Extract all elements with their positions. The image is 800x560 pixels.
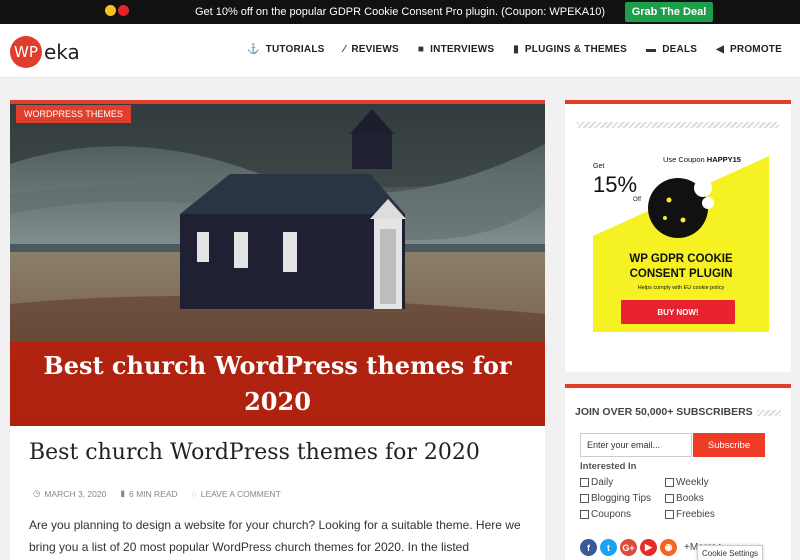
widget-divider — [577, 122, 779, 128]
nav-label: TUTORIALS — [265, 44, 325, 55]
option-label: Daily — [591, 476, 614, 488]
ad-line1: WP GDPR COOKIE — [629, 253, 733, 265]
checkbox[interactable] — [580, 477, 589, 487]
option-label: Weekly — [676, 476, 709, 488]
nav-promote[interactable]: ◀ PROMOTE — [716, 44, 782, 55]
subscribe-title: JOIN OVER 50,000+ SUBSCRIBERS — [575, 406, 753, 418]
nav-label: PROMOTE — [730, 44, 782, 55]
wand-icon: ⁄ — [343, 44, 346, 55]
ad-get-text: Get — [593, 163, 604, 170]
chat-icon: ■ — [417, 44, 425, 55]
site-logo[interactable]: WP eka — [10, 36, 80, 68]
clock-icon: ◷ — [33, 488, 41, 498]
option-blogging-tips[interactable]: Blogging Tips — [580, 492, 665, 504]
subscribe-widget: JOIN OVER 50,000+ SUBSCRIBERS Subscribe … — [565, 384, 791, 560]
subscribe-button[interactable]: Subscribe — [693, 433, 765, 457]
post-date: ◷ MARCH 3, 2020 — [33, 488, 106, 499]
read-time-text: 6 MIN READ — [129, 488, 178, 499]
nav-label: PLUGINS & THEMES — [524, 44, 628, 55]
checkbox[interactable] — [580, 509, 589, 519]
book-icon: ▮ — [513, 44, 519, 55]
smiley-icon — [105, 5, 116, 16]
nav-tutorials[interactable]: ⚓ TUTORIALS — [247, 44, 325, 55]
option-label: Blogging Tips — [591, 492, 652, 504]
nav-interviews[interactable]: ■ INTERVIEWS — [418, 44, 494, 55]
hero-title-band: Best church WordPress themes for 2020 — [10, 342, 545, 426]
nav-reviews[interactable]: ⁄ REVIEWS — [344, 44, 399, 55]
ticket-icon: ▬ — [646, 44, 657, 55]
checkbox[interactable] — [665, 477, 674, 487]
hero-title: Best church WordPress themes for 2020 — [43, 351, 512, 416]
nav-plugins-themes[interactable]: ▮ PLUGINS & THEMES — [513, 44, 627, 55]
ad-percent: 15% — [593, 172, 637, 197]
nav-label: REVIEWS — [351, 44, 399, 55]
date-text: MARCH 3, 2020 — [44, 488, 107, 499]
buy-now-label: BUY NOW! — [657, 308, 698, 317]
sidebar-ad-widget: Get 15% Off Use Coupon HAPPY15 WP GDPR C… — [565, 100, 791, 372]
main-nav: ⚓ TUTORIALS ⁄ REVIEWS ■ INTERVIEWS ▮ PLUGINS… — [247, 44, 782, 55]
comment-icon: ◌ — [191, 488, 197, 499]
category-tag[interactable]: WORDPRESS THEMES — [16, 105, 131, 123]
ad-line2: CONSENT PLUGIN — [630, 268, 733, 280]
post-meta: ◷ MARCH 3, 2020 ▮ 6 MIN READ ◌ LEAVE A COMM… — [33, 488, 281, 499]
facebook-icon[interactable]: f — [580, 539, 597, 556]
anchor-icon: ⚓ — [247, 44, 260, 55]
option-freebies[interactable]: Freebies — [665, 508, 750, 520]
option-label: Books — [676, 492, 704, 504]
post-title[interactable]: Best church WordPress themes for 2020 — [29, 440, 480, 465]
logo-text: eka — [44, 40, 80, 64]
option-label: Coupons — [591, 508, 632, 520]
promo-text: Get 10% off on the popular GDPR Cookie C… — [194, 6, 606, 18]
checkbox[interactable] — [580, 493, 589, 503]
article-card: WORDPRESS THEMES Best church WordPress t… — [10, 100, 545, 560]
leave-comment-link[interactable]: ◌ LEAVE A COMMENT — [192, 488, 281, 499]
ad-coupon: Use Coupon HAPPY15 — [663, 155, 741, 164]
option-books[interactable]: Books — [665, 492, 750, 504]
post-excerpt: Are you planning to design a website for… — [29, 518, 521, 554]
megaphone-icon: ◀ — [716, 44, 725, 55]
rss-icon[interactable]: ◉ — [660, 539, 677, 556]
ad-off-text: Off — [633, 197, 641, 203]
emoji-group — [105, 5, 129, 16]
logo-badge: WP — [10, 36, 42, 68]
google-plus-icon[interactable]: G+ — [620, 539, 637, 556]
nav-label: INTERVIEWS — [430, 44, 495, 55]
site-header: WP eka ⚓ TUTORIALS ⁄ REVIEWS ■ INTERVIEWS ▮… — [0, 24, 800, 78]
option-weekly[interactable]: Weekly — [665, 476, 750, 488]
widget-divider — [757, 410, 781, 416]
ad-graphic: Get 15% Off Use Coupon HAPPY15 WP GDPR C… — [593, 155, 769, 332]
option-label: Freebies — [676, 508, 715, 520]
checkbox[interactable] — [665, 509, 674, 519]
featured-image[interactable]: WORDPRESS THEMES Best church WordPress t… — [10, 104, 545, 426]
interest-options: Daily Weekly Blogging Tips Books Coupons… — [580, 476, 770, 520]
grab-deal-button[interactable]: Grab The Deal — [625, 2, 713, 22]
ad-tagline: Helps comply with EU cookie policy — [638, 285, 725, 291]
read-time: ▮ 6 MIN READ — [120, 488, 177, 499]
nav-deals[interactable]: ▬ DEALS — [646, 44, 697, 55]
option-coupons[interactable]: Coupons — [580, 508, 665, 520]
cookie-settings-button[interactable]: Cookie Settings — [697, 545, 763, 560]
bookmark-icon: ▮ — [120, 488, 125, 498]
email-field[interactable] — [580, 433, 692, 457]
checkbox[interactable] — [665, 493, 674, 503]
gdpr-ad-banner[interactable]: Get 15% Off Use Coupon HAPPY15 WP GDPR C… — [593, 148, 769, 332]
heart-icon — [118, 5, 129, 16]
comment-text: LEAVE A COMMENT — [200, 488, 281, 499]
nav-label: DEALS — [662, 44, 698, 55]
promo-bar: Get 10% off on the popular GDPR Cookie C… — [0, 0, 800, 24]
option-daily[interactable]: Daily — [580, 476, 665, 488]
interested-in-label: Interested In — [580, 461, 637, 472]
youtube-icon[interactable]: ▶ — [640, 539, 657, 556]
twitter-icon[interactable]: t — [600, 539, 617, 556]
